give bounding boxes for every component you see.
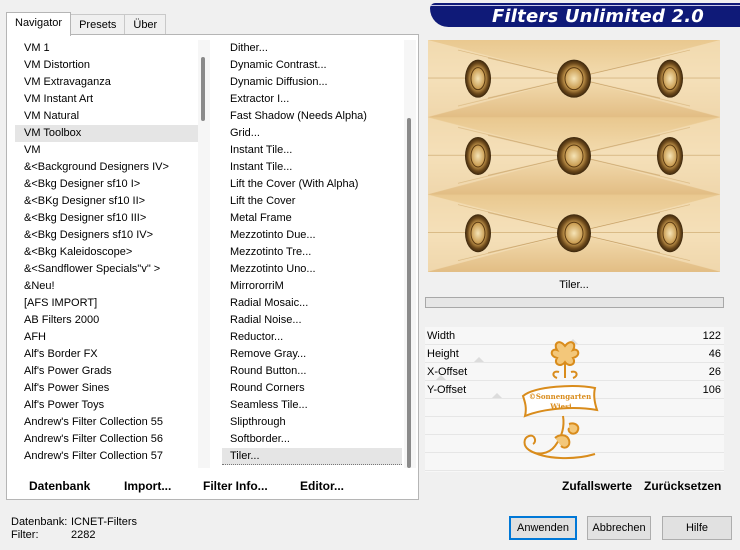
- category-item[interactable]: VM Instant Art: [15, 91, 200, 108]
- pattern-orb: [465, 59, 491, 98]
- filter-item[interactable]: Metal Frame: [222, 210, 402, 227]
- category-item[interactable]: Alf's Power Sines: [15, 380, 200, 397]
- help-button[interactable]: Hilfe: [662, 516, 732, 540]
- category-item[interactable]: [AFS IMPORT]: [15, 295, 200, 312]
- category-item[interactable]: Alf's Border FX: [15, 346, 200, 363]
- param-label: Y-Offset: [427, 384, 467, 396]
- database-label: Datenbank:: [11, 516, 68, 528]
- filter-item[interactable]: Fast Shadow (Needs Alpha): [222, 108, 402, 125]
- filter-item[interactable]: Lift the Cover: [222, 193, 402, 210]
- tab-ueber[interactable]: Über: [124, 14, 167, 35]
- filter-item[interactable]: Radial Mosaic...: [222, 295, 402, 312]
- category-item[interactable]: Alf's Power Toys: [15, 397, 200, 414]
- filter-item[interactable]: Round Button...: [222, 363, 402, 380]
- category-item[interactable]: VM Toolbox: [15, 125, 200, 142]
- category-item[interactable]: Andrew's Filter Collection 56: [15, 431, 200, 448]
- pattern-orb: [557, 136, 591, 175]
- filter-list[interactable]: Dither... Dynamic Contrast... Dynamic Diff…: [222, 40, 402, 470]
- pattern-orb: [557, 59, 591, 98]
- category-item[interactable]: &<BKg Designer sf10 II>: [15, 193, 200, 210]
- datenbank-button[interactable]: Datenbank: [29, 479, 90, 493]
- filter-count-label: Filter:: [11, 529, 39, 541]
- filter-count-value: 2282: [71, 529, 96, 541]
- database-value: ICNET-Filters: [71, 516, 137, 528]
- filter-item[interactable]: Dynamic Contrast...: [222, 57, 402, 74]
- filter-item[interactable]: Instant Tile...: [222, 142, 402, 159]
- filter-item[interactable]: Extractor I...: [222, 91, 402, 108]
- category-item[interactable]: &<Background Designers IV>: [15, 159, 200, 176]
- category-item[interactable]: VM Extravaganza: [15, 74, 200, 91]
- category-scrollbar-thumb[interactable]: [201, 57, 205, 121]
- cancel-button[interactable]: Abbrechen: [587, 516, 651, 540]
- filter-item[interactable]: Lift the Cover (With Alpha): [222, 176, 402, 193]
- param-label: Height: [427, 348, 459, 360]
- pattern-orb: [657, 214, 683, 253]
- category-item[interactable]: Alf's Power Grads: [15, 363, 200, 380]
- category-item[interactable]: VM Distortion: [15, 57, 200, 74]
- reset-button[interactable]: Zurücksetzen: [644, 479, 721, 493]
- category-item[interactable]: VM Natural: [15, 108, 200, 125]
- filter-item[interactable]: Grid...: [222, 125, 402, 142]
- filter-item[interactable]: Seamless Tile...: [222, 397, 402, 414]
- filter-item[interactable]: Mezzotinto Tre...: [222, 244, 402, 261]
- category-scrollbar[interactable]: [198, 40, 210, 468]
- pattern-orb: [465, 136, 491, 175]
- tab-navigator[interactable]: Navigator: [6, 12, 72, 36]
- filter-item[interactable]: Dynamic Diffusion...: [222, 74, 402, 91]
- category-item[interactable]: &<Bkg Designer sf10 III>: [15, 210, 200, 227]
- category-item[interactable]: Andrew's Filter Collection 57: [15, 448, 200, 465]
- param-value: 122: [702, 330, 721, 342]
- filter-item[interactable]: Softborder...: [222, 431, 402, 448]
- title-banner: Filters Unlimited 2.0: [430, 3, 740, 27]
- filter-item[interactable]: MirrororriM: [222, 278, 402, 295]
- pattern-orb: [657, 136, 683, 175]
- filter-item[interactable]: Instant Tile...: [222, 159, 402, 176]
- editor-button[interactable]: Editor...: [300, 479, 344, 493]
- import-button[interactable]: Import...: [124, 479, 171, 493]
- filter-scrollbar[interactable]: [404, 40, 416, 468]
- pattern-orb: [657, 59, 683, 98]
- pattern-orb: [465, 214, 491, 253]
- apply-button[interactable]: Anwenden: [509, 516, 577, 540]
- param-label: Width: [427, 330, 456, 342]
- category-item[interactable]: &<Bkg Designer sf10 I>: [15, 176, 200, 193]
- filter-scrollbar-thumb[interactable]: [407, 118, 411, 468]
- progress-bar: [425, 297, 724, 308]
- filter-item[interactable]: Round Corners: [222, 380, 402, 397]
- filter-item[interactable]: Radial Noise...: [222, 312, 402, 329]
- category-list[interactable]: VM 1 VM Distortion VM Extravaganza VM Insta…: [15, 40, 200, 470]
- pattern-orb: [557, 214, 591, 253]
- category-item[interactable]: &<Bkg Kaleidoscope>: [15, 244, 200, 261]
- param-value: 26: [708, 366, 721, 378]
- filter-item[interactable]: Reductor...: [222, 329, 402, 346]
- category-item[interactable]: &Neu!: [15, 278, 200, 295]
- tab-strip: Navigator Presets Über: [6, 12, 167, 36]
- category-item[interactable]: VM: [15, 142, 200, 159]
- filter-item[interactable]: Slipthrough: [222, 414, 402, 431]
- watermark-text-top: ©Sonnengarten: [529, 392, 591, 401]
- param-label: X-Offset: [427, 366, 468, 378]
- filter-item[interactable]: Remove Gray...: [222, 346, 402, 363]
- app-title: Filters Unlimited 2.0: [491, 6, 704, 27]
- category-item[interactable]: &<Sandflower Specials"v" >: [15, 261, 200, 278]
- filter-item[interactable]: Tiler...: [222, 448, 402, 465]
- category-item[interactable]: &<Bkg Designers sf10 IV>: [15, 227, 200, 244]
- tab-presets[interactable]: Presets: [70, 14, 126, 35]
- watermark-logo: ©Sonnengarten Wiesi: [515, 338, 605, 468]
- preview-image: [428, 40, 720, 272]
- random-values-button[interactable]: Zufallswerte: [562, 479, 632, 493]
- category-item[interactable]: VM 1: [15, 40, 200, 57]
- preview-pattern: [428, 40, 720, 272]
- param-value: 106: [702, 384, 721, 396]
- filter-item[interactable]: Mezzotinto Uno...: [222, 261, 402, 278]
- category-item[interactable]: AFH: [15, 329, 200, 346]
- filter-item[interactable]: Mezzotinto Due...: [222, 227, 402, 244]
- filter-info-button[interactable]: Filter Info...: [203, 479, 268, 493]
- preview-filter-name: Tiler...: [559, 279, 589, 291]
- filter-item[interactable]: Dither...: [222, 40, 402, 57]
- category-item[interactable]: Andrew's Filter Collection 55: [15, 414, 200, 431]
- param-value: 46: [708, 348, 721, 360]
- watermark-text-bottom: Wiesi: [549, 402, 572, 411]
- category-item[interactable]: AB Filters 2000: [15, 312, 200, 329]
